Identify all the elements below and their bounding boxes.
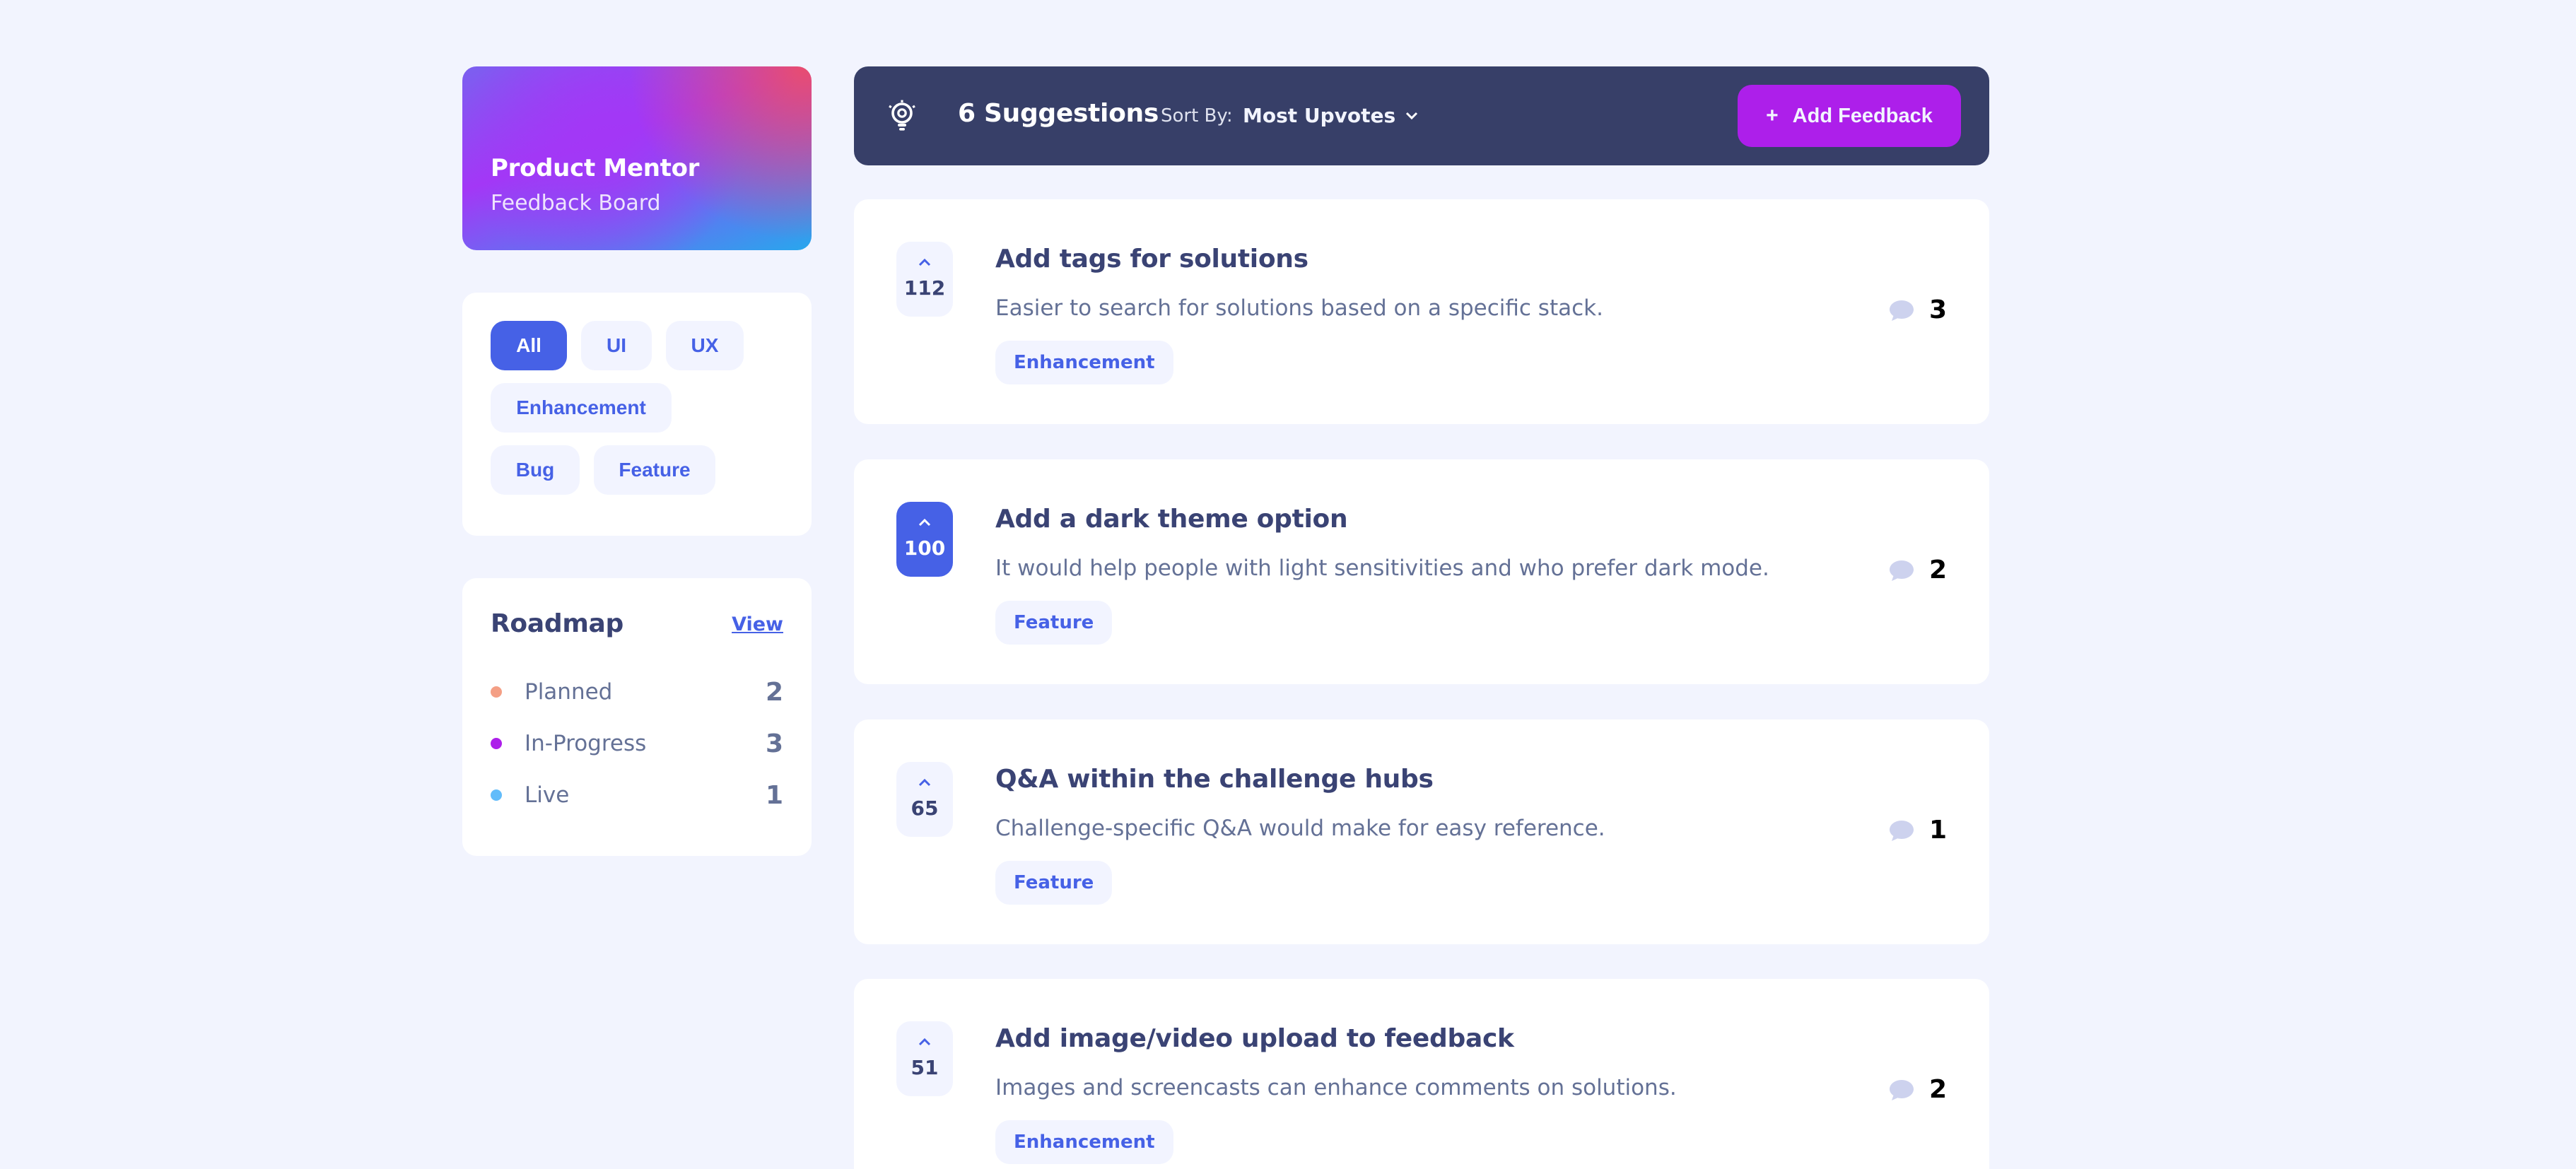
upvote-count: 100 (903, 536, 946, 560)
suggestion-title[interactable]: Add tags for solutions (995, 245, 1309, 274)
comment-bubble-icon (1889, 300, 1914, 321)
comment-count-value: 2 (1928, 1075, 1947, 1104)
comment-count-value: 3 (1928, 295, 1947, 324)
add-feedback-button[interactable]: + Add Feedback (1738, 85, 1961, 147)
sort-dropdown[interactable]: Most Upvotes (1243, 104, 1418, 127)
suggestion-card[interactable]: 112 Add tags for solutions Easier to sea… (854, 199, 1989, 424)
plus-icon: + (1766, 104, 1779, 127)
upvote-count: 51 (911, 1056, 939, 1079)
suggestion-description: Easier to search for solutions based on … (995, 295, 1603, 321)
filter-chip-feature[interactable]: Feature (594, 445, 715, 495)
comment-count-value: 2 (1928, 556, 1947, 584)
upvote-count: 65 (911, 797, 939, 820)
roadmap-label: Planned (525, 679, 613, 705)
chevron-down-icon (1406, 112, 1418, 119)
comment-bubble-icon (1889, 1079, 1914, 1100)
upvote-count: 112 (903, 276, 946, 300)
in-progress-status-dot (491, 738, 502, 749)
suggestion-description: It would help people with light sensitiv… (995, 556, 1769, 581)
roadmap-count: 1 (765, 780, 783, 810)
filter-chip-bug[interactable]: Bug (491, 445, 580, 495)
upvote-button[interactable]: 51 (896, 1021, 953, 1096)
suggestion-tag[interactable]: Enhancement (995, 341, 1173, 384)
filter-chip-all[interactable]: All (491, 321, 567, 370)
brand-subtitle: Feedback Board (491, 191, 661, 216)
sort-dropdown-value: Most Upvotes (1243, 104, 1396, 127)
roadmap-count: 2 (765, 677, 783, 707)
roadmap-count: 3 (765, 729, 783, 758)
live-status-dot (491, 789, 502, 801)
suggestion-title[interactable]: Add a dark theme option (995, 505, 1348, 534)
roadmap-view-link[interactable]: View (732, 613, 783, 635)
roadmap-row-in-progress: In-Progress 3 (491, 726, 783, 761)
suggestion-card[interactable]: 65 Q&A within the challenge hubs Challen… (854, 719, 1989, 944)
upvote-button[interactable]: 100 (896, 502, 953, 577)
roadmap-label: In-Progress (525, 731, 647, 756)
filter-chip-ux[interactable]: UX (666, 321, 744, 370)
suggestion-card[interactable]: 100 Add a dark theme option It would hel… (854, 459, 1989, 684)
suggestion-description: Challenge-specific Q&A would make for ea… (995, 816, 1605, 841)
roadmap-title: Roadmap (491, 609, 623, 638)
filter-chip-ui[interactable]: UI (581, 321, 652, 370)
chevron-up-icon (918, 519, 931, 527)
brand-card: Product Mentor Feedback Board (462, 66, 812, 250)
comment-count-value: 1 (1928, 816, 1947, 845)
comment-count: 3 (1888, 295, 1947, 324)
chevron-up-icon (918, 1038, 931, 1046)
comment-count: 1 (1888, 816, 1947, 845)
roadmap-label: Live (525, 782, 570, 808)
brand-title: Product Mentor (491, 154, 700, 182)
comment-count: 2 (1888, 556, 1947, 584)
planned-status-dot (491, 686, 502, 698)
suggestion-title[interactable]: Add image/video upload to feedback (995, 1024, 1514, 1053)
suggestions-header-bar: 6 Suggestions Sort By: Most Upvotes + Ad… (854, 66, 1989, 165)
chevron-up-icon (918, 779, 931, 787)
roadmap-row-planned: Planned 2 (491, 674, 783, 710)
suggestion-title[interactable]: Q&A within the challenge hubs (995, 765, 1434, 794)
filter-chip-enhancement[interactable]: Enhancement (491, 383, 672, 433)
suggestion-card[interactable]: 51 Add image/video upload to feedback Im… (854, 979, 1989, 1169)
comment-bubble-icon (1889, 820, 1914, 841)
chevron-up-icon (918, 259, 931, 266)
suggestion-tag[interactable]: Feature (995, 601, 1113, 645)
comment-bubble-icon (1889, 560, 1914, 581)
comment-count: 2 (1888, 1075, 1947, 1104)
feedback-board-page: Product Mentor Feedback Board All UI UX … (0, 0, 2576, 1169)
suggestion-tag[interactable]: Feature (995, 861, 1113, 905)
sort-by-label: Sort By: (1161, 105, 1233, 127)
upvote-button[interactable]: 112 (896, 242, 953, 317)
upvote-button[interactable]: 65 (896, 762, 953, 837)
lightbulb-icon (889, 100, 915, 131)
add-feedback-label: Add Feedback (1792, 104, 1933, 127)
category-filter-panel: All UI UX Enhancement Bug Feature (462, 293, 812, 536)
roadmap-row-live: Live 1 (491, 777, 783, 813)
roadmap-panel: Roadmap View Planned 2 In-Progress 3 Liv… (462, 578, 812, 856)
suggestion-tag[interactable]: Enhancement (995, 1120, 1173, 1164)
suggestion-description: Images and screencasts can enhance comme… (995, 1075, 1677, 1100)
suggestions-count: 6 Suggestions (958, 99, 1159, 128)
